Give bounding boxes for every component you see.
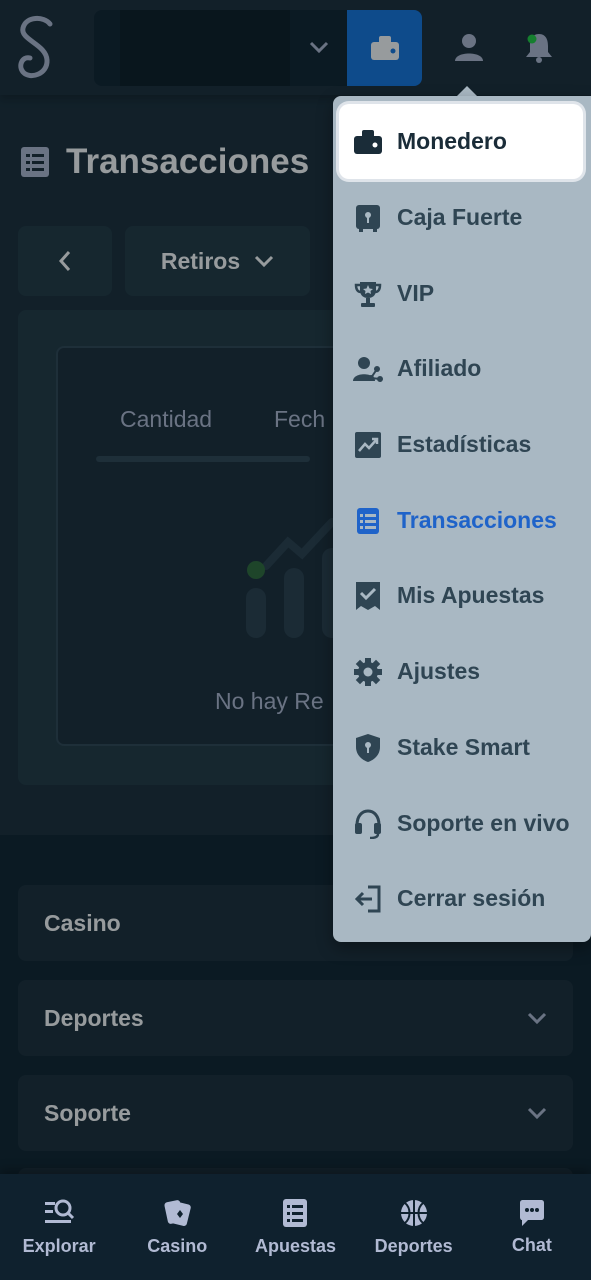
footer-section-deportes[interactable]: Deportes [18, 980, 573, 1056]
bell-icon [526, 34, 552, 63]
section-label: Casino [44, 909, 121, 936]
nav-label: Casino [147, 1235, 208, 1256]
bets-icon [356, 581, 380, 610]
section-label: Deportes [44, 1004, 144, 1031]
section-label: Soporte [44, 1099, 131, 1126]
menu-item-ajustes[interactable]: Ajustes [333, 634, 591, 709]
menu-item-label: Estadísticas [397, 431, 532, 457]
stats-icon [355, 431, 381, 458]
menu-item-afiliado[interactable]: Afiliado [333, 331, 591, 406]
menu-item-estadisticas[interactable]: Estadísticas [333, 407, 591, 482]
chevron-down-icon [527, 1012, 547, 1025]
vault-icon [356, 204, 380, 232]
wallet-button[interactable] [347, 10, 422, 86]
nav-casino[interactable]: Casino [122, 1198, 232, 1257]
bets-list-icon [283, 1198, 308, 1227]
nav-label: Explorar [22, 1235, 96, 1256]
chevron-down-icon [255, 255, 274, 268]
menu-item-label: Mis Apuestas [397, 582, 545, 608]
footer-section-soporte[interactable]: Soporte [18, 1075, 573, 1151]
explore-icon [45, 1199, 75, 1223]
menu-item-label: Soporte en vivo [397, 810, 570, 836]
page-title: Transacciones [66, 142, 310, 181]
menu-item-transacciones[interactable]: Transacciones [333, 483, 591, 558]
page-header: Transacciones [20, 136, 309, 188]
notifications-button[interactable] [516, 22, 562, 72]
basketball-icon [400, 1199, 427, 1226]
menu-item-vip[interactable]: VIP [333, 256, 591, 331]
menu-item-label: Monedero [397, 128, 507, 154]
menu-item-label: Stake Smart [397, 734, 530, 760]
headset-icon [355, 808, 381, 839]
menu-item-stake-smart[interactable]: Stake Smart [333, 710, 591, 785]
menu-item-label: Cerrar sesión [397, 885, 546, 911]
column-header-date[interactable]: Fech [274, 406, 325, 433]
nav-chat[interactable]: Chat [477, 1199, 587, 1256]
back-button[interactable] [18, 226, 112, 296]
nav-apuestas[interactable]: Apuestas [240, 1198, 350, 1257]
bottom-navigation: Explorar Casino Apuestas Deportes Chat [0, 1174, 591, 1280]
nav-label: Deportes [374, 1235, 453, 1256]
menu-item-label: Transacciones [397, 507, 557, 533]
user-menu-button[interactable] [446, 22, 492, 72]
chevron-left-icon [58, 251, 71, 271]
nav-explorar[interactable]: Explorar [4, 1198, 114, 1257]
column-underline [96, 456, 310, 462]
dropdown-label: Retiros [160, 247, 241, 274]
stake-logo-icon[interactable] [14, 12, 60, 82]
trophy-icon [354, 281, 382, 307]
affiliate-icon [353, 356, 383, 382]
transactions-icon [357, 507, 379, 534]
top-header [0, 0, 591, 95]
nav-label: Chat [511, 1234, 552, 1255]
transactions-icon [21, 147, 49, 177]
menu-item-mis-apuestas[interactable]: Mis Apuestas [333, 558, 591, 633]
nav-label: Apuestas [254, 1235, 336, 1256]
menu-item-caja-fuerte[interactable]: Caja Fuerte [333, 180, 591, 255]
cards-icon [164, 1199, 192, 1226]
menu-item-soporte-en-vivo[interactable]: Soporte en vivo [333, 786, 591, 861]
wallet-icon [354, 129, 382, 154]
nav-deportes[interactable]: Deportes [359, 1198, 469, 1257]
chat-icon [519, 1199, 544, 1226]
balance-selector[interactable] [94, 10, 347, 86]
chevron-down-icon [527, 1107, 547, 1120]
balance-value-masked [120, 10, 290, 86]
menu-item-label: Ajustes [397, 658, 481, 684]
transaction-type-dropdown[interactable]: Retiros [125, 226, 310, 296]
column-header-amount[interactable]: Cantidad [120, 406, 212, 433]
user-dropdown-menu: Monedero Caja Fuerte VIP Afiliado Estadí… [333, 96, 591, 942]
menu-item-monedero[interactable]: Monedero [339, 104, 583, 179]
menu-item-label: VIP [397, 280, 435, 306]
user-icon [455, 34, 483, 61]
menu-item-label: Afiliado [397, 355, 482, 381]
gear-icon [354, 657, 382, 686]
shield-icon [356, 733, 380, 762]
menu-item-cerrar-sesion[interactable]: Cerrar sesión [333, 861, 591, 936]
menu-item-label: Caja Fuerte [397, 204, 523, 230]
chevron-down-icon [309, 41, 329, 54]
empty-state-text: No hay Re [215, 688, 324, 714]
wallet-icon [370, 36, 399, 60]
logout-icon [354, 885, 381, 912]
